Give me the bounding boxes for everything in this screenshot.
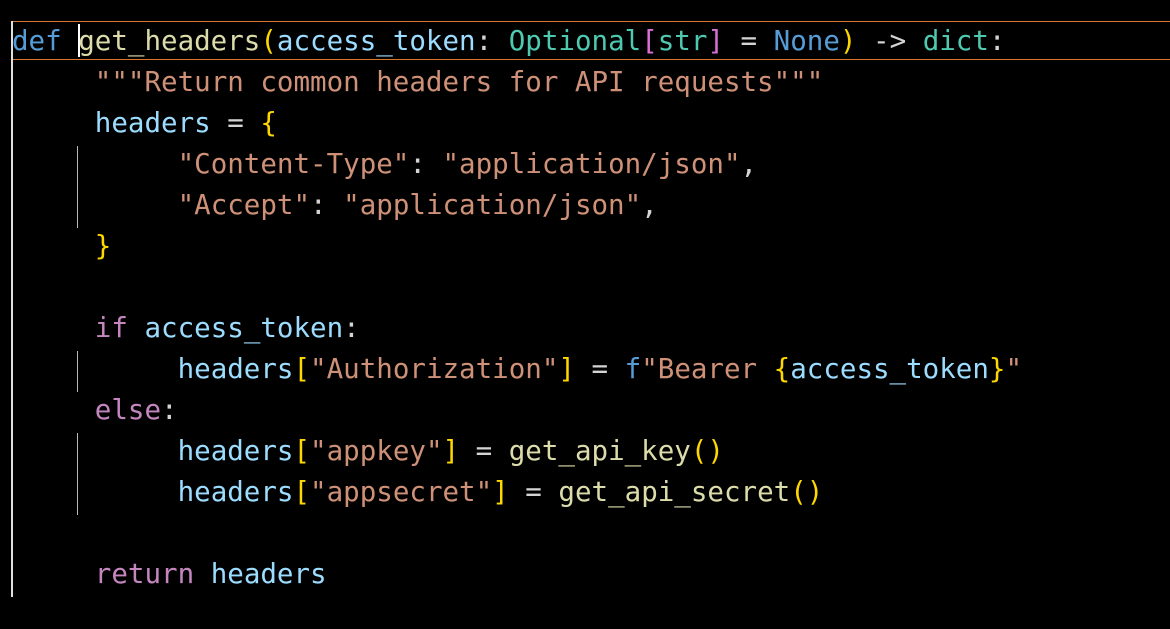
code-line-11[interactable]: headers["appsecret"] = get_api_secret() — [12, 472, 824, 513]
code-line-10[interactable]: headers["appkey"] = get_api_key() — [12, 431, 724, 472]
dict-key: "Accept" — [177, 189, 311, 221]
docstring: """Return common headers for API request… — [94, 66, 824, 98]
colon: : — [343, 312, 360, 344]
variable-headers: headers — [94, 107, 211, 139]
code-line-4[interactable]: "Content-Type": "application/json", — [12, 144, 758, 185]
dict-key: "Authorization" — [310, 353, 559, 385]
dict-value: "application/json" — [442, 148, 741, 180]
keyword-none: None — [773, 25, 840, 57]
bracket-open: [ — [293, 435, 311, 467]
bracket-close: ] — [442, 435, 460, 467]
code-line-12[interactable]: return headers — [12, 554, 327, 595]
colon: : — [310, 189, 344, 221]
fstring-text: "Bearer — [641, 353, 774, 385]
code-line-8[interactable]: headers["Authorization"] = f"Bearer {acc… — [12, 349, 1022, 390]
bracket-close: ] — [492, 476, 509, 508]
interp-brace-open: { — [773, 353, 791, 385]
equals: = — [574, 353, 625, 385]
paren-close: ) — [839, 25, 857, 57]
bracket-open: [ — [293, 476, 311, 508]
dict-key: "appkey" — [310, 435, 443, 467]
fstring-prefix: f — [624, 353, 642, 385]
call-parens: () — [790, 476, 824, 508]
keyword-def: def — [12, 25, 62, 57]
type-optional: Optional — [508, 25, 642, 57]
call-parens: () — [690, 435, 724, 467]
code-line-9[interactable]: else: — [12, 390, 178, 431]
keyword-if: if — [94, 312, 128, 344]
paren-open: ( — [260, 25, 277, 57]
variable-headers: headers — [177, 435, 294, 467]
colon: : — [988, 25, 1006, 57]
code-line-3[interactable]: headers = { — [12, 103, 277, 144]
bracket-close: ] — [558, 353, 575, 385]
param-access-token: access_token — [276, 25, 476, 57]
brace-open: { — [260, 107, 277, 139]
colon: : — [475, 25, 509, 57]
colon: : — [409, 148, 443, 180]
equals: = — [723, 25, 774, 57]
brace-close: } — [94, 230, 112, 262]
variable-headers: headers — [210, 558, 327, 590]
interp-variable: access_token — [790, 353, 989, 385]
code-line-5[interactable]: "Accept": "application/json", — [12, 185, 658, 226]
comma: , — [641, 189, 658, 221]
type-dict: dict — [922, 25, 989, 57]
function-name: get_headers — [78, 25, 261, 57]
dict-value: "application/json" — [343, 189, 642, 221]
code-line-1[interactable]: def get_headers(access_token: Optional[s… — [12, 21, 1005, 62]
return-arrow: -> — [856, 25, 923, 57]
dict-key: "appsecret" — [310, 476, 493, 508]
interp-brace-close: } — [988, 353, 1006, 385]
function-call: get_api_secret — [558, 476, 791, 508]
comma: , — [740, 148, 758, 180]
keyword-return: return — [94, 558, 195, 590]
function-call: get_api_key — [508, 435, 691, 467]
code-line-7[interactable]: if access_token: — [12, 308, 360, 349]
variable-access-token: access_token — [144, 312, 344, 344]
equals: = — [210, 107, 261, 139]
code-editor[interactable]: def get_headers(access_token: Optional[s… — [0, 0, 1170, 629]
variable-headers: headers — [177, 476, 294, 508]
bracket-close: ] — [707, 25, 724, 57]
keyword-else: else — [94, 394, 162, 426]
bracket-open: [ — [293, 353, 311, 385]
variable-headers: headers — [177, 353, 294, 385]
colon: : — [161, 394, 178, 426]
dict-key: "Content-Type" — [177, 148, 410, 180]
code-line-6[interactable]: } — [12, 226, 112, 267]
bracket-open: [ — [641, 25, 658, 57]
code-line-2[interactable]: """Return common headers for API request… — [12, 62, 823, 103]
equals: = — [459, 435, 509, 467]
fstring-end: " — [1005, 353, 1023, 385]
equals: = — [508, 476, 559, 508]
type-str: str — [657, 25, 708, 57]
